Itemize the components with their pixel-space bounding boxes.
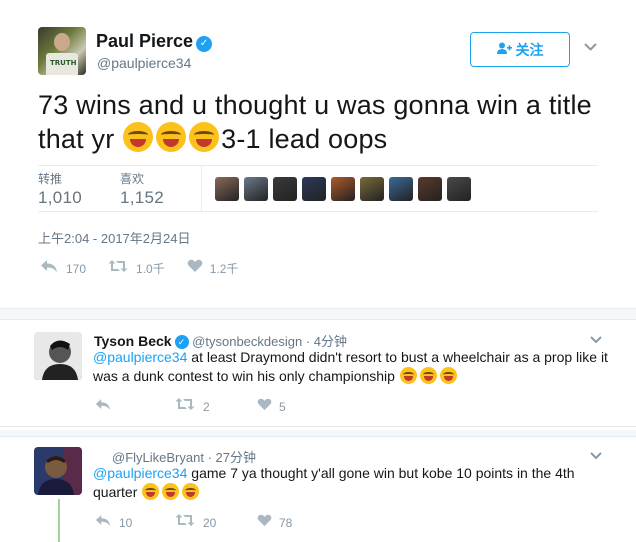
reply-actions: 2 5 (95, 397, 286, 416)
reply-button[interactable]: 170 (40, 259, 86, 278)
add-user-icon (496, 42, 512, 58)
verified-check-icon: ✓ (196, 36, 213, 52)
author-name-text[interactable]: Paul Pierce (96, 31, 193, 51)
retweets-stat[interactable]: 转推 1,010 (38, 170, 82, 208)
like-button[interactable]: 5 (257, 398, 286, 416)
retweets-label: 转推 (38, 172, 63, 186)
liker-avatar[interactable] (215, 177, 239, 201)
reply-arrow-icon (95, 514, 111, 532)
likes-value: 1,152 (120, 188, 165, 207)
thread-line (58, 499, 60, 542)
reply-button[interactable]: 10 (95, 514, 175, 532)
reply-button[interactable] (95, 398, 175, 416)
reply-actions: 10 20 78 (95, 513, 292, 532)
liker-avatar[interactable] (302, 177, 326, 201)
like-button[interactable]: 78 (257, 514, 292, 532)
author-name[interactable]: Paul Pierce ✓ (96, 31, 213, 52)
reply-tweet[interactable]: @FlyLikeBryant · 27分钟 @paulpierce34 game… (0, 437, 636, 542)
avatar[interactable] (34, 332, 82, 380)
liker-avatar[interactable] (331, 177, 355, 201)
reply-count: 170 (66, 261, 87, 276)
retweet-count: 2 (203, 399, 210, 414)
chevron-down-icon[interactable] (584, 38, 597, 54)
chevron-down-icon[interactable] (590, 448, 602, 463)
like-count: 78 (279, 515, 293, 530)
face-with-tears-of-joy-emoji (123, 122, 154, 152)
tweet-actions: 170 1.0千 1.2千 (40, 259, 260, 278)
retweet-button[interactable]: 20 (175, 513, 257, 532)
main-tweet: TRUTH Paul Pierce ✓ @paulpierce34 关注 73 w… (0, 0, 636, 308)
face-with-tears-of-joy-emoji (189, 122, 220, 152)
retweet-count: 1.0千 (136, 262, 165, 276)
retweet-icon (175, 513, 195, 532)
heart-icon (187, 259, 203, 278)
retweets-value: 1,010 (38, 188, 83, 207)
face-with-tears-of-joy-emoji (156, 122, 187, 152)
reply-handle[interactable]: @FlyLikeBryant (112, 450, 204, 465)
face-with-tears-of-joy-emoji (162, 483, 180, 500)
heart-icon (257, 398, 272, 416)
author-handle[interactable]: @paulpierce34 (97, 55, 191, 71)
reply-time[interactable]: · 27分钟 (208, 450, 256, 465)
stats-divider (201, 166, 202, 212)
reply-tweet[interactable]: Tyson Beck ✓ @tysonbeckdesign · 4分钟 @paul… (0, 320, 636, 427)
liker-avatar[interactable] (360, 177, 384, 201)
tweet-separator (0, 308, 636, 320)
like-button[interactable]: 1.2千 (187, 259, 239, 278)
mention-link[interactable]: @paulpierce34 (93, 465, 187, 481)
likers-avatars (215, 177, 476, 201)
liker-avatar[interactable] (418, 177, 442, 201)
like-count: 5 (279, 399, 286, 414)
avatar-head (54, 33, 70, 51)
retweet-button[interactable]: 2 (175, 397, 257, 416)
liker-avatar[interactable] (447, 177, 471, 201)
tweet-timestamp[interactable]: 上午2:04 - 2017年2月24日 (38, 228, 190, 247)
retweet-count: 20 (203, 515, 217, 530)
face-with-tears-of-joy-emoji (399, 367, 417, 384)
avatar-shirt-text: TRUTH (50, 59, 77, 67)
reply-count: 10 (119, 515, 133, 530)
reply-arrow-icon (95, 398, 111, 416)
follow-button[interactable]: 关注 (470, 32, 570, 67)
face-with-tears-of-joy-emoji (419, 367, 437, 384)
liker-avatar[interactable] (244, 177, 268, 201)
chevron-down-icon[interactable] (590, 332, 602, 347)
likes-stat[interactable]: 喜欢 1,152 (120, 170, 164, 208)
reply-text: @paulpierce34 at least Draymond didn't r… (93, 348, 613, 386)
likes-label: 喜欢 (120, 172, 145, 186)
reply-time[interactable]: · 4分钟 (306, 334, 347, 349)
face-with-tears-of-joy-emoji (182, 483, 200, 500)
liker-avatar[interactable] (273, 177, 297, 201)
reply-text: @paulpierce34 game 7 ya thought y'all go… (93, 464, 613, 502)
like-count: 1.2千 (209, 262, 239, 276)
tweet-stats: 转推 1,010 喜欢 1,152 (38, 165, 598, 212)
liker-avatar[interactable] (389, 177, 413, 201)
face-with-tears-of-joy-emoji (439, 367, 457, 384)
reply-author-name[interactable]: Tyson Beck (94, 333, 172, 349)
retweet-icon (108, 259, 128, 278)
tweet-text-part2: 3-1 lead oops (221, 124, 388, 154)
mention-link[interactable]: @paulpierce34 (93, 349, 187, 365)
face-with-tears-of-joy-emoji (142, 483, 160, 500)
retweet-icon (175, 397, 195, 416)
reply-arrow-icon (40, 259, 58, 278)
verified-check-icon: ✓ (174, 335, 189, 349)
retweet-button[interactable]: 1.0千 (108, 259, 165, 278)
reply-separator (0, 430, 636, 437)
follow-label: 关注 (515, 41, 544, 58)
heart-icon (257, 514, 272, 532)
tweet-text: 73 wins and u thought u was gonna win a … (38, 88, 598, 156)
avatar[interactable]: TRUTH (38, 27, 86, 75)
reply-handle[interactable]: @tysonbeckdesign (192, 334, 302, 349)
avatar[interactable] (34, 447, 82, 495)
